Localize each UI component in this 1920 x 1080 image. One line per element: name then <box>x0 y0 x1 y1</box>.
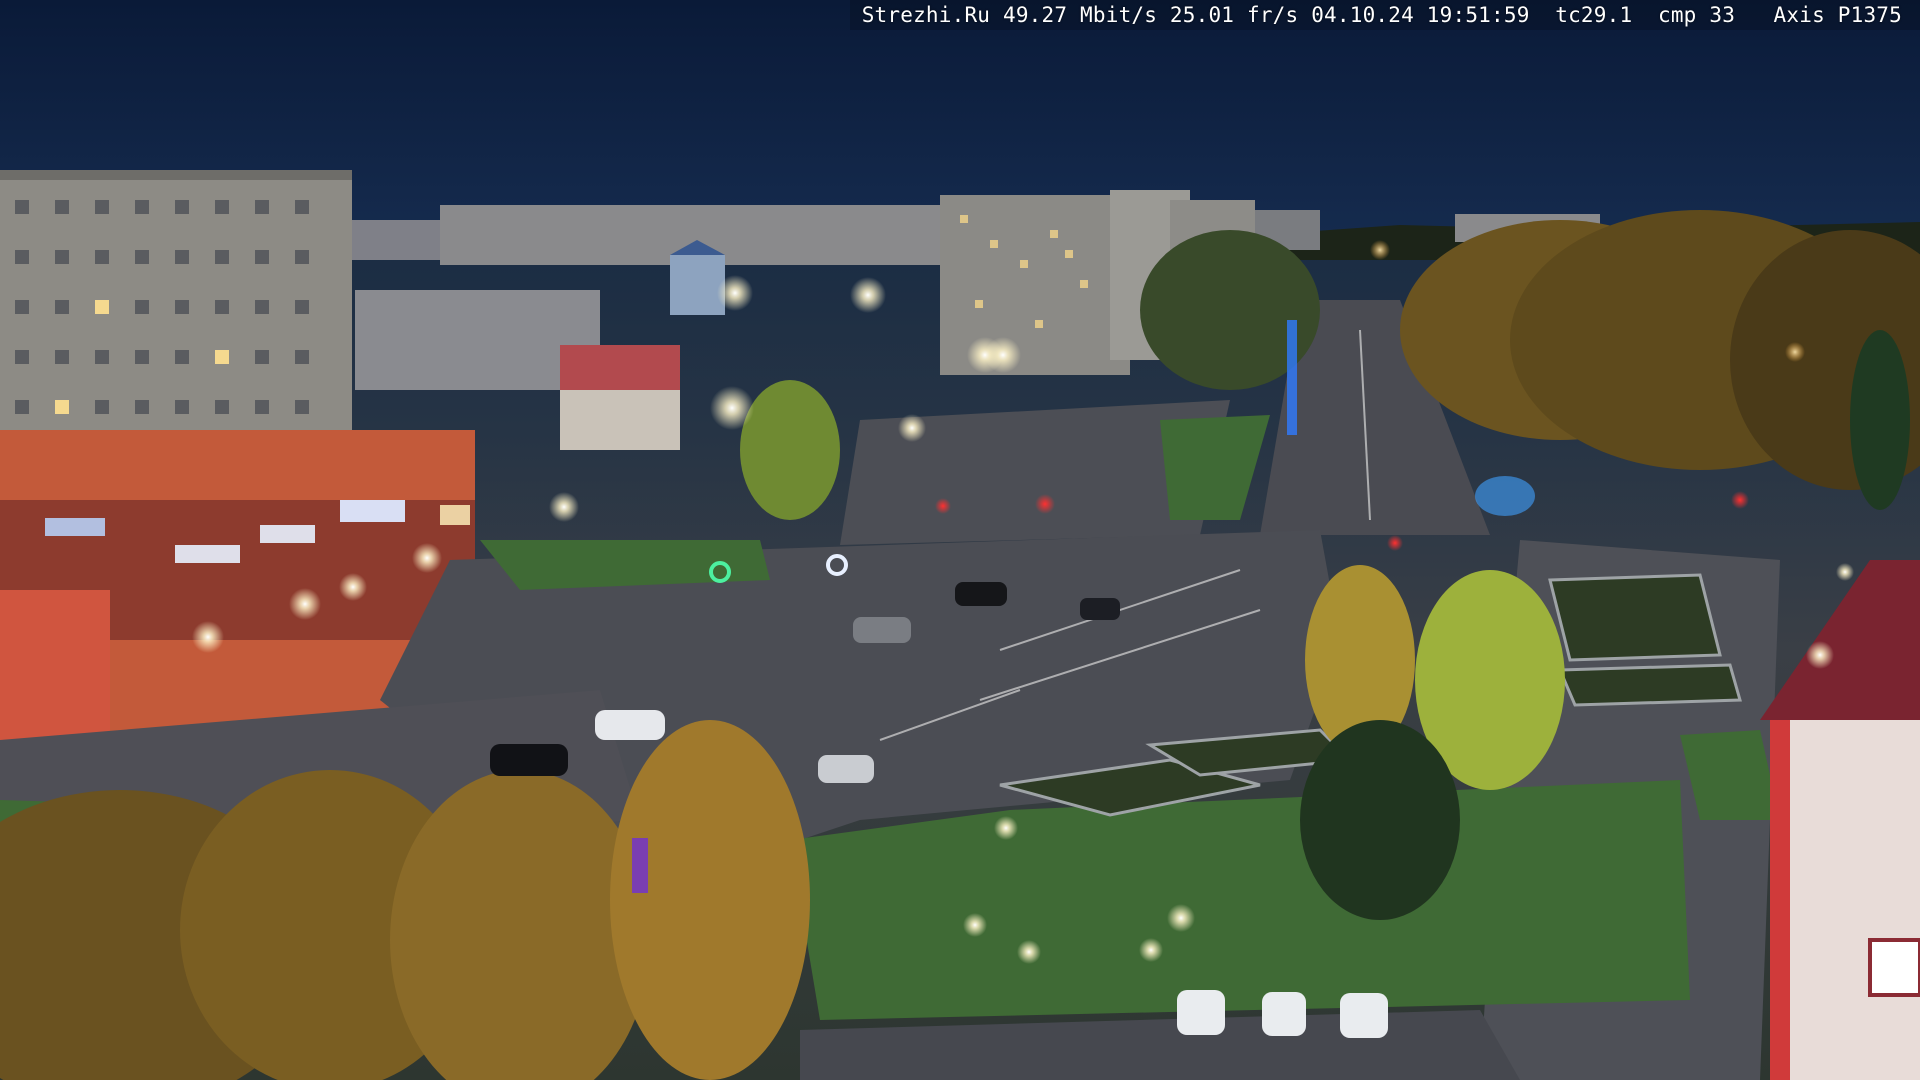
camera-overlay-text: Strezhi.Ru 49.27 Mbit/s 25.01 fr/s 04.10… <box>861 3 1902 27</box>
city-scene <box>0 0 1920 1080</box>
avenue-trees <box>1140 210 1920 510</box>
camera-frame: Strezhi.Ru 49.27 Mbit/s 25.01 fr/s 04.10… <box>0 0 1920 1080</box>
parked-cars <box>1177 990 1388 1038</box>
mid-left-buildings <box>355 240 725 450</box>
camera-overlay-bar: Strezhi.Ru 49.27 Mbit/s 25.01 fr/s 04.10… <box>850 0 1920 30</box>
right-foreground-building <box>1760 560 1920 1080</box>
